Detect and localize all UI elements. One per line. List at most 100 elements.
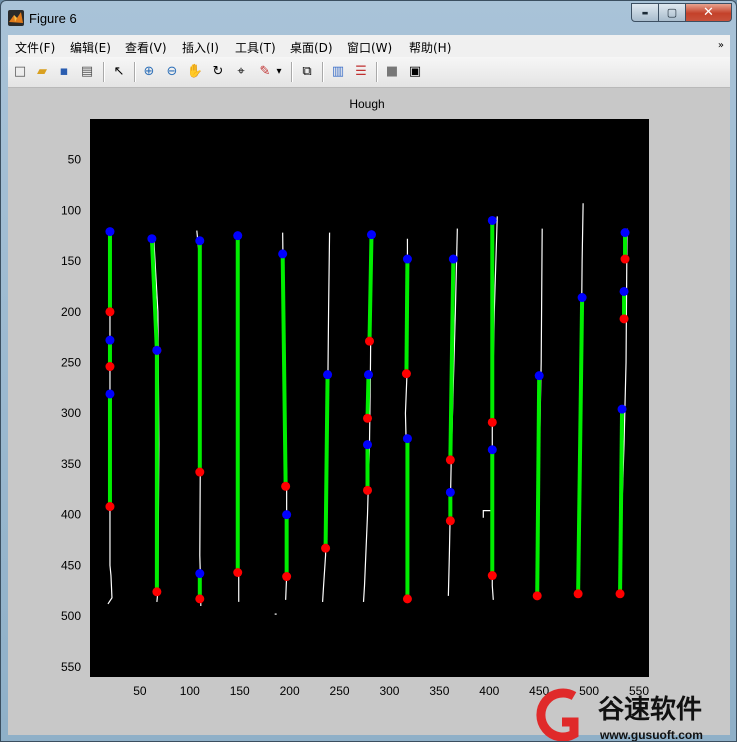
hough-line-segment bbox=[323, 374, 330, 549]
segment-end-point bbox=[321, 543, 331, 553]
close-button[interactable]: ✕ bbox=[686, 3, 732, 22]
link-plot-button[interactable]: ⧉ bbox=[298, 62, 316, 80]
y-tick-label: 200 bbox=[61, 305, 81, 319]
y-tick-label: 500 bbox=[61, 609, 81, 623]
hough-line-segment bbox=[365, 374, 371, 419]
minimize-button[interactable]: ▬ bbox=[631, 3, 659, 22]
brush-button[interactable]: ✎ bbox=[256, 62, 274, 80]
segment-start-point bbox=[402, 434, 412, 444]
segment-end-point bbox=[445, 516, 455, 526]
menu-desktop[interactable]: 桌面(D) bbox=[290, 39, 333, 56]
title-bar[interactable]: Figure 6 ▬ ▢ ✕ bbox=[1, 1, 736, 35]
menu-edit[interactable]: 编辑(E) bbox=[70, 39, 111, 56]
segment-start-point bbox=[617, 404, 627, 414]
watermark-url: www.gusuoft.com bbox=[599, 728, 703, 742]
figure-window: Figure 6 ▬ ▢ ✕ 文件(F) 编辑(E) 查看(V) 插入(I) 工… bbox=[0, 0, 737, 742]
segment-start-point bbox=[147, 234, 157, 244]
segment-end-point bbox=[445, 455, 455, 465]
segment-start-point bbox=[620, 228, 630, 238]
segment-end-point bbox=[487, 417, 497, 427]
legend-button[interactable]: ☰ bbox=[352, 62, 370, 80]
segment-end-point bbox=[195, 467, 205, 477]
data-cursor-button[interactable]: ⌖ bbox=[232, 62, 250, 80]
minimize-icon: ▬ bbox=[641, 8, 649, 17]
segment-start-point bbox=[402, 254, 412, 264]
link-plot-icon: ⧉ bbox=[302, 63, 312, 79]
zoom-out-button[interactable]: ⊖ bbox=[163, 62, 181, 80]
x-tick-label: 300 bbox=[379, 684, 399, 698]
menu-view[interactable]: 查看(V) bbox=[125, 39, 167, 56]
segment-start-point bbox=[364, 370, 374, 380]
segment-start-point bbox=[195, 236, 205, 246]
toolbar-separator bbox=[291, 62, 293, 82]
segment-end-point bbox=[195, 594, 205, 604]
edit-plot-arrow-icon: ↖ bbox=[113, 63, 125, 79]
print-button[interactable]: ▤ bbox=[78, 62, 96, 80]
hough-line-segment bbox=[404, 258, 410, 374]
open-file-icon: ▰ bbox=[37, 63, 47, 79]
segment-start-point bbox=[233, 231, 243, 241]
show-plot-tools-button[interactable]: ▣ bbox=[406, 62, 424, 80]
brush-dropdown-button[interactable]: ▾ bbox=[274, 62, 284, 80]
segment-end-point bbox=[573, 589, 583, 599]
segment-start-point bbox=[282, 510, 292, 520]
toolbar-separator bbox=[103, 62, 105, 82]
colorbar-button[interactable]: ▥ bbox=[329, 62, 347, 80]
colorbar-icon: ▥ bbox=[331, 63, 345, 79]
segment-start-point bbox=[445, 487, 455, 497]
menu-overflow-icon[interactable]: » bbox=[718, 40, 724, 51]
maximize-button[interactable]: ▢ bbox=[659, 3, 686, 22]
y-tick-label: 300 bbox=[61, 406, 81, 420]
window-title: Figure 6 bbox=[29, 11, 77, 26]
print-icon: ▤ bbox=[80, 63, 94, 79]
y-tick-label: 400 bbox=[61, 508, 81, 522]
pan-button[interactable]: ✋ bbox=[186, 62, 204, 80]
segment-start-point bbox=[105, 335, 115, 345]
segment-end-point bbox=[401, 369, 411, 379]
y-tick-label: 150 bbox=[61, 254, 81, 268]
segment-start-point bbox=[448, 254, 458, 264]
rotate-3d-button[interactable]: ↻ bbox=[209, 62, 227, 80]
segment-end-point bbox=[152, 587, 162, 597]
segment-end-point bbox=[282, 572, 292, 582]
segment-start-point bbox=[577, 293, 587, 303]
zoom-out-icon: ⊖ bbox=[166, 63, 178, 79]
segment-start-point bbox=[195, 569, 205, 579]
hide-plot-tools-icon: ■ bbox=[385, 63, 399, 79]
zoom-in-button[interactable]: ⊕ bbox=[140, 62, 158, 80]
save-button[interactable]: ▪ bbox=[55, 62, 73, 80]
segment-end-point bbox=[363, 485, 373, 495]
watermark: 谷速软件 www.gusuoft.com bbox=[526, 684, 736, 742]
hough-line-segment bbox=[535, 375, 542, 596]
hide-plot-tools-button[interactable]: ■ bbox=[383, 62, 401, 80]
matlab-logo-icon bbox=[8, 10, 24, 26]
edit-plot-button[interactable]: ↖ bbox=[110, 62, 128, 80]
pan-hand-icon: ✋ bbox=[186, 63, 204, 79]
new-figure-button[interactable]: □ bbox=[11, 62, 29, 80]
segment-end-point bbox=[281, 481, 291, 491]
segment-start-point bbox=[323, 370, 333, 380]
watermark-text: 谷速软件 bbox=[598, 694, 702, 724]
x-tick-label: 50 bbox=[133, 684, 147, 698]
x-tick-label: 250 bbox=[330, 684, 350, 698]
toolbar-separator bbox=[322, 62, 324, 82]
x-tick-label: 400 bbox=[479, 684, 499, 698]
open-file-button[interactable]: ▰ bbox=[33, 62, 51, 80]
menu-help[interactable]: 帮助(H) bbox=[409, 39, 451, 56]
segment-end-point bbox=[615, 589, 625, 599]
segment-end-point bbox=[532, 591, 542, 601]
menu-file[interactable]: 文件(F) bbox=[15, 39, 55, 56]
menu-insert[interactable]: 插入(I) bbox=[182, 39, 219, 56]
hough-plot: Hough 50 100 150 200 250 300 350 400 450 500 550 50… bbox=[61, 97, 649, 698]
plot-title: Hough bbox=[349, 97, 384, 111]
menu-window[interactable]: 窗口(W) bbox=[347, 39, 392, 56]
segment-start-point bbox=[619, 286, 629, 296]
show-plot-tools-icon: ▣ bbox=[408, 63, 422, 79]
data-cursor-icon: ⌖ bbox=[237, 63, 245, 79]
segment-end-point bbox=[620, 254, 630, 264]
menu-tools[interactable]: 工具(T) bbox=[235, 39, 276, 56]
segment-start-point bbox=[105, 227, 115, 237]
segment-end-point bbox=[365, 336, 374, 346]
maximize-icon: ▢ bbox=[666, 6, 678, 19]
y-tick-label: 350 bbox=[61, 457, 81, 471]
